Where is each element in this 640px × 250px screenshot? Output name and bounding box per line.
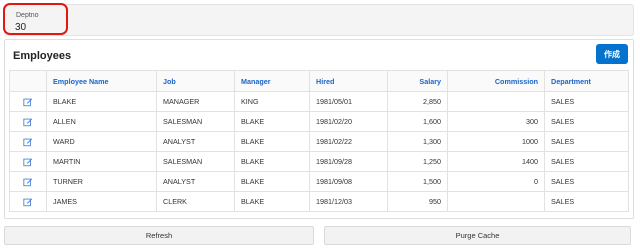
employees-table-wrap: Employee Name Job Manager Hired Salary Commis… xyxy=(9,70,629,212)
column-header-hired[interactable]: Hired xyxy=(309,70,388,92)
cell-employee-name: ALLEN xyxy=(46,111,157,132)
table-row: MARTIN SALESMAN BLAKE 1981/09/28 1,250 1400 SA… xyxy=(9,151,629,172)
cell-salary: 2,850 xyxy=(387,91,448,112)
cell-hired: 1981/09/08 xyxy=(309,171,388,192)
edit-icon[interactable] xyxy=(23,176,33,186)
table-row: WARD ANALYST BLAKE 1981/02/22 1,300 1000 SALES xyxy=(9,131,629,152)
cell-manager: BLAKE xyxy=(234,131,310,152)
cell-job: MANAGER xyxy=(156,91,235,112)
cell-manager: BLAKE xyxy=(234,111,310,132)
cell-employee-name: MARTIN xyxy=(46,151,157,172)
table-row: JAMES CLERK BLAKE 1981/12/03 950 SALES xyxy=(9,191,629,212)
cell-commission: 300 xyxy=(447,111,545,132)
cell-employee-name: JAMES xyxy=(46,191,157,212)
edit-cell xyxy=(9,191,47,212)
edit-icon[interactable] xyxy=(23,96,33,106)
cell-salary: 1,600 xyxy=(387,111,448,132)
purge-cache-button[interactable]: Purge Cache xyxy=(324,226,631,245)
cell-salary: 1,300 xyxy=(387,131,448,152)
edit-cell xyxy=(9,91,47,112)
column-header-manager[interactable]: Manager xyxy=(234,70,310,92)
cell-department: SALES xyxy=(544,131,629,152)
cell-commission xyxy=(447,91,545,112)
cell-employee-name: TURNER xyxy=(46,171,157,192)
cell-hired: 1981/09/28 xyxy=(309,151,388,172)
employees-table: Employee Name Job Manager Hired Salary Commis… xyxy=(9,70,629,212)
cell-hired: 1981/12/03 xyxy=(309,191,388,212)
cell-hired: 1981/02/20 xyxy=(309,111,388,132)
cell-employee-name: WARD xyxy=(46,131,157,152)
cell-salary: 1,500 xyxy=(387,171,448,192)
cell-employee-name: BLAKE xyxy=(46,91,157,112)
column-header-department[interactable]: Department xyxy=(544,70,629,92)
column-header-commission[interactable]: Commission xyxy=(447,70,545,92)
deptno-filter[interactable]: Deptno 30 xyxy=(4,4,634,36)
column-header-employee-name[interactable]: Employee Name xyxy=(46,70,157,92)
edit-cell xyxy=(9,151,47,172)
cell-commission xyxy=(447,191,545,212)
column-header-job[interactable]: Job xyxy=(156,70,235,92)
table-row: ALLEN SALESMAN BLAKE 1981/02/20 1,600 300 SALE… xyxy=(9,111,629,132)
cell-manager: BLAKE xyxy=(234,171,310,192)
cell-job: SALESMAN xyxy=(156,151,235,172)
cell-job: ANALYST xyxy=(156,171,235,192)
edit-icon[interactable] xyxy=(23,116,33,126)
refresh-button[interactable]: Refresh xyxy=(4,226,314,245)
cell-department: SALES xyxy=(544,91,629,112)
edit-cell xyxy=(9,111,47,132)
cell-salary: 950 xyxy=(387,191,448,212)
cell-manager: KING xyxy=(234,91,310,112)
cell-job: SALESMAN xyxy=(156,111,235,132)
cell-department: SALES xyxy=(544,171,629,192)
cell-department: SALES xyxy=(544,111,629,132)
table-header-row: Employee Name Job Manager Hired Salary Commis… xyxy=(9,70,629,92)
edit-icon[interactable] xyxy=(23,196,33,206)
employees-region: Employees 作成 Employee Name Job Manager Hire… xyxy=(4,39,634,219)
cell-commission: 1000 xyxy=(447,131,545,152)
deptno-highlight-annotation xyxy=(3,3,68,35)
cell-manager: BLAKE xyxy=(234,151,310,172)
cell-hired: 1981/02/22 xyxy=(309,131,388,152)
edit-cell xyxy=(9,131,47,152)
cell-job: ANALYST xyxy=(156,131,235,152)
edit-column-header xyxy=(9,70,47,92)
create-button[interactable]: 作成 xyxy=(596,44,628,64)
region-title: Employees xyxy=(13,50,72,62)
cell-department: SALES xyxy=(544,191,629,212)
cell-manager: BLAKE xyxy=(234,191,310,212)
cell-commission: 1400 xyxy=(447,151,545,172)
cell-department: SALES xyxy=(544,151,629,172)
edit-icon[interactable] xyxy=(23,156,33,166)
cell-salary: 1,250 xyxy=(387,151,448,172)
cell-job: CLERK xyxy=(156,191,235,212)
edit-cell xyxy=(9,171,47,192)
table-row: BLAKE MANAGER KING 1981/05/01 2,850 SALES xyxy=(9,91,629,112)
cell-hired: 1981/05/01 xyxy=(309,91,388,112)
edit-icon[interactable] xyxy=(23,136,33,146)
cell-commission: 0 xyxy=(447,171,545,192)
column-header-salary[interactable]: Salary xyxy=(387,70,448,92)
table-row: TURNER ANALYST BLAKE 1981/09/08 1,500 0 SALES xyxy=(9,171,629,192)
